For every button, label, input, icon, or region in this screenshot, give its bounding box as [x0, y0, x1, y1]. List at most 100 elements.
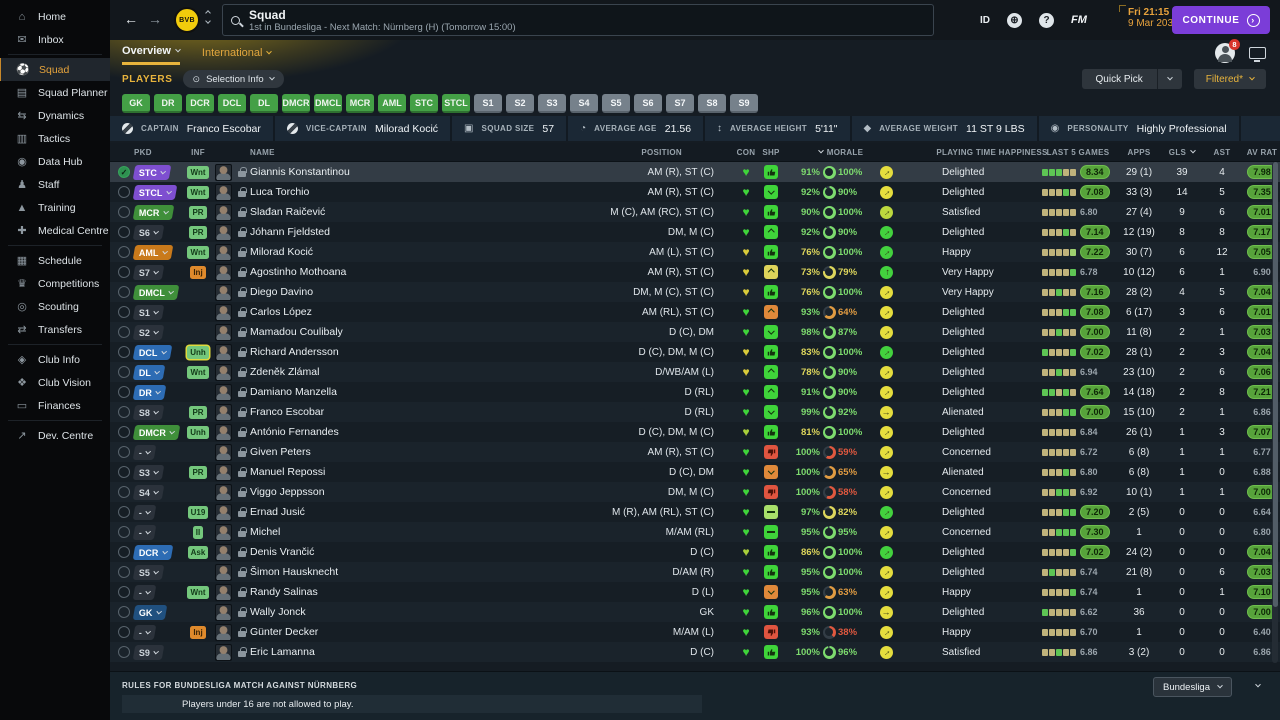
sidebar-item-schedule[interactable]: ▦Schedule [0, 249, 110, 272]
row-checkbox[interactable] [118, 406, 130, 418]
player-name[interactable]: Mamadou Coulibaly [250, 326, 420, 338]
filter-button[interactable]: Filtered* [1194, 69, 1266, 89]
sidebar-item-scouting[interactable]: ◎Scouting [0, 295, 110, 318]
col-sharpness[interactable]: SHP [758, 148, 784, 157]
pkd-badge[interactable]: - [133, 505, 157, 520]
player-row[interactable]: S8PRFranco EscobarD (RL)♥99%92%→Alienate… [110, 402, 1280, 422]
player-row[interactable]: DMCLDiego DavinoDM, M (C), ST (C)♥76%100… [110, 282, 1280, 302]
player-name[interactable]: António Fernandes [250, 426, 420, 438]
display-mode-icon[interactable] [1249, 47, 1266, 59]
player-row[interactable]: ✓STCWntGiannis KonstantinouAM (R), ST (C… [110, 162, 1280, 182]
pkd-badge[interactable]: AML [133, 245, 173, 260]
player-name[interactable]: Damiano Manzella [250, 386, 420, 398]
pkd-badge[interactable]: S1 [133, 305, 165, 320]
col-pkd[interactable]: PKD [134, 148, 184, 157]
col-av-rat[interactable]: AV RAT [1244, 148, 1280, 157]
panel-collapse-icon[interactable] [1255, 682, 1261, 688]
position-filter-s6[interactable]: S6 [634, 94, 662, 113]
position-filter-stcl[interactable]: STCL [442, 94, 470, 113]
player-row[interactable]: STCLWntLuca TorchioAM (R), ST (C)♥92%90%… [110, 182, 1280, 202]
player-name[interactable]: Günter Decker [250, 626, 420, 638]
pkd-badge[interactable]: - [133, 585, 157, 600]
pkd-badge[interactable]: S4 [133, 485, 165, 500]
player-row[interactable]: S7InjAgostinho MothoanaAM (R), ST (C)♥73… [110, 262, 1280, 282]
pkd-badge[interactable]: S7 [133, 265, 165, 280]
position-filter-aml[interactable]: AML [378, 94, 406, 113]
col-condition[interactable]: CON [734, 148, 758, 157]
pkd-badge[interactable]: S3 [133, 465, 165, 480]
player-name[interactable]: Luca Torchio [250, 186, 420, 198]
row-checkbox[interactable] [118, 646, 130, 658]
pkd-badge[interactable]: DMCL [133, 285, 180, 300]
row-checkbox[interactable] [118, 206, 130, 218]
continue-button[interactable]: CONTINUE › [1172, 6, 1270, 34]
pkd-badge[interactable]: S9 [133, 645, 165, 660]
search-bar[interactable]: Squad 1st in Bundesliga - Next Match: Nü… [222, 4, 934, 36]
player-name[interactable]: Zdeněk Zlámal [250, 366, 420, 378]
row-checkbox[interactable] [118, 306, 130, 318]
club-switcher-icon[interactable] [206, 11, 210, 23]
quick-pick-dropdown[interactable] [1157, 69, 1182, 89]
position-filter-s8[interactable]: S8 [698, 94, 726, 113]
pkd-badge[interactable]: DL [133, 365, 166, 380]
player-name[interactable]: Wally Jonck [250, 606, 420, 618]
position-filter-dmcr[interactable]: DMCR [282, 94, 310, 113]
player-row[interactable]: AMLWntMilorad KocićAM (L), ST (C)♥76%100… [110, 242, 1280, 262]
position-filter-s5[interactable]: S5 [602, 94, 630, 113]
row-checkbox[interactable] [118, 526, 130, 538]
player-name[interactable]: Šimon Hausknecht [250, 566, 420, 578]
sidebar-item-training[interactable]: ▲Training [0, 196, 110, 219]
row-checkbox[interactable] [118, 586, 130, 598]
pkd-badge[interactable]: S6 [133, 225, 165, 240]
player-name[interactable]: Michel [250, 526, 420, 538]
scrollbar-thumb[interactable] [1273, 162, 1278, 607]
pkd-badge[interactable]: DMCR [133, 425, 181, 440]
row-checkbox[interactable] [118, 606, 130, 618]
player-name[interactable]: Carlos López [250, 306, 420, 318]
player-row[interactable]: -U19Ernad JusićM (R), AM (RL), ST (C)♥97… [110, 502, 1280, 522]
player-row[interactable]: S1Carlos LópezAM (RL), ST (C)♥93%64%→Del… [110, 302, 1280, 322]
position-filter-s2[interactable]: S2 [506, 94, 534, 113]
player-name[interactable]: Given Peters [250, 446, 420, 458]
club-logo[interactable]: BVB [174, 7, 200, 33]
player-row[interactable]: -IIMichelM/AM (RL)♥95%95%→Concerned7.301… [110, 522, 1280, 542]
pkd-badge[interactable]: - [133, 445, 157, 460]
pkd-badge[interactable]: S8 [133, 405, 165, 420]
col-morale[interactable]: MORALE [784, 148, 898, 157]
row-checkbox[interactable] [118, 186, 130, 198]
player-name[interactable]: Denis Vrančić [250, 546, 420, 558]
col-position[interactable]: POSITION [420, 148, 722, 157]
col-name[interactable]: NAME [250, 148, 420, 157]
col-ast[interactable]: AST [1200, 148, 1244, 157]
pkd-badge[interactable]: DR [133, 385, 167, 400]
position-filter-mcr[interactable]: MCR [346, 94, 374, 113]
sidebar-item-data-hub[interactable]: ◉Data Hub [0, 150, 110, 173]
player-name[interactable]: Jóhann Fjeldsted [250, 226, 420, 238]
col-apps[interactable]: APPS [1114, 148, 1164, 157]
pkd-badge[interactable]: MCR [133, 205, 174, 220]
row-checkbox[interactable] [118, 346, 130, 358]
position-filter-s3[interactable]: S3 [538, 94, 566, 113]
position-filter-s9[interactable]: S9 [730, 94, 758, 113]
quick-pick-button[interactable]: Quick Pick [1082, 69, 1157, 89]
sidebar-item-transfers[interactable]: ⇄Transfers [0, 318, 110, 341]
col-playing-time-happiness[interactable]: PLAYING TIME HAPPINESS [942, 148, 1042, 157]
col-last-5-games[interactable]: LAST 5 GAMES [1042, 148, 1114, 157]
pkd-badge[interactable]: STC [133, 165, 172, 180]
player-row[interactable]: DCLUnhRichard AnderssonD (C), DM, M (C)♥… [110, 342, 1280, 362]
player-row[interactable]: -WntRandy SalinasD (L)♥95%63%→Happy6.741… [110, 582, 1280, 602]
position-filter-s7[interactable]: S7 [666, 94, 694, 113]
player-row[interactable]: S4Viggo JeppssonDM, M (C)♥100%58%→Concer… [110, 482, 1280, 502]
sidebar-item-staff[interactable]: ♟Staff [0, 173, 110, 196]
player-name[interactable]: Eric Lamanna [250, 646, 420, 658]
sidebar-item-finances[interactable]: ▭Finances [0, 394, 110, 417]
col-inf[interactable]: INF [184, 148, 212, 157]
row-checkbox[interactable] [118, 566, 130, 578]
pkd-badge[interactable]: S5 [133, 565, 165, 580]
col-gls[interactable]: GLS [1164, 148, 1200, 157]
row-checkbox[interactable] [118, 266, 130, 278]
row-checkbox[interactable] [118, 246, 130, 258]
player-row[interactable]: GKWally JonckGK♥96%100%→Delighted6.62360… [110, 602, 1280, 622]
player-row[interactable]: DLWntZdeněk ZlámalD/WB/AM (L)♥78%90%→Del… [110, 362, 1280, 382]
player-row[interactable]: -Given PetersAM (R), ST (C)♥100%59%→Conc… [110, 442, 1280, 462]
